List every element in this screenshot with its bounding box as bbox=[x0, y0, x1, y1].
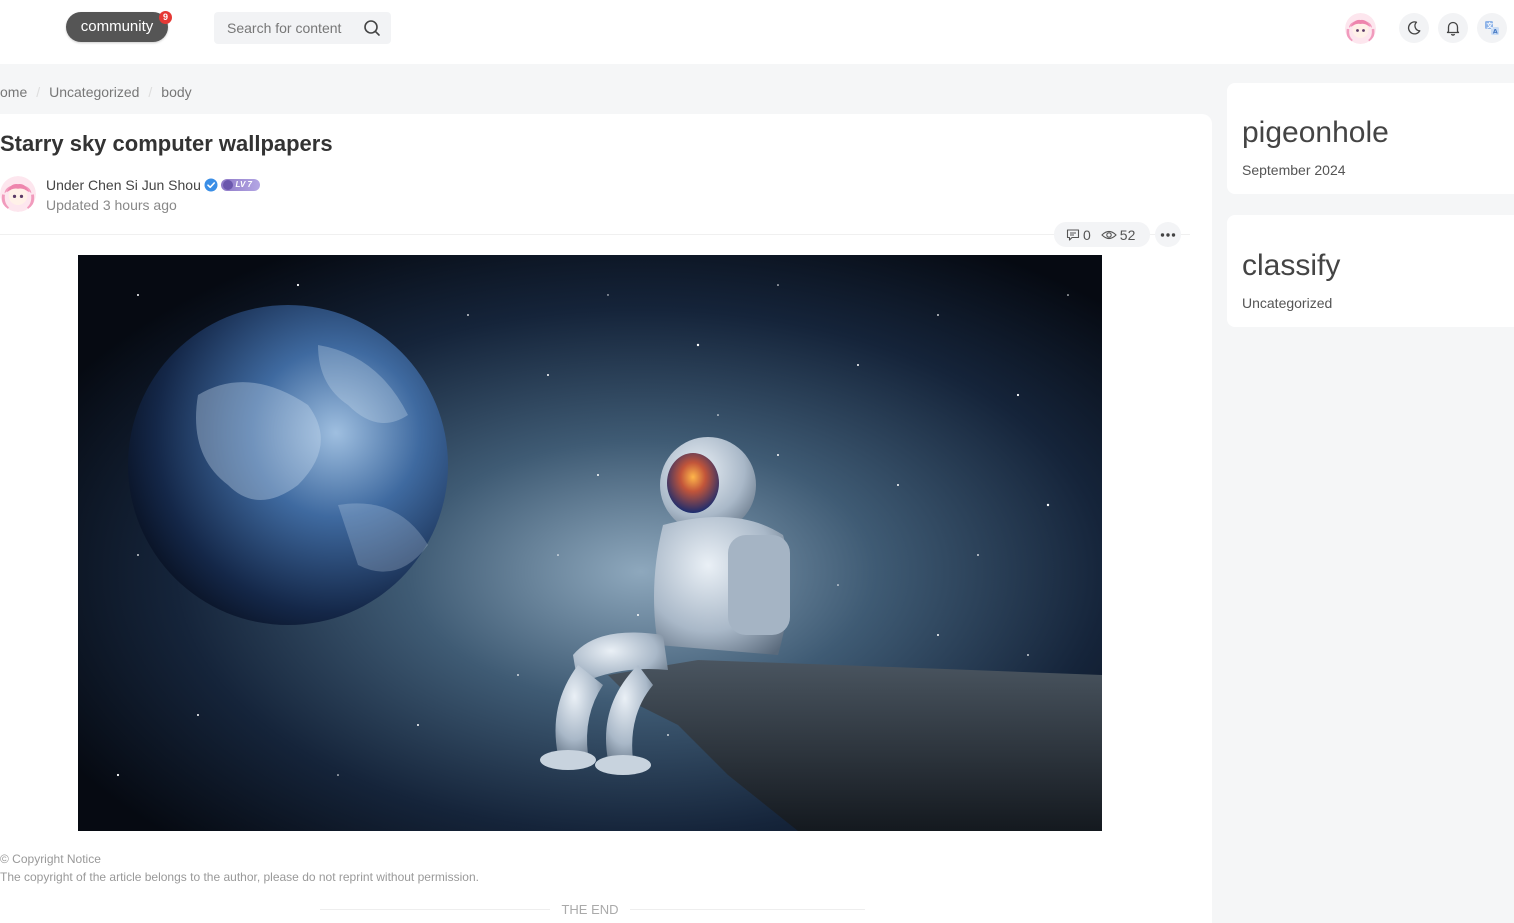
updated-time: Updated 3 hours ago bbox=[46, 197, 177, 213]
category-item[interactable]: Uncategorized bbox=[1242, 295, 1332, 311]
the-end-label: THE END bbox=[561, 902, 619, 917]
verified-icon bbox=[204, 178, 218, 192]
more-dots-icon bbox=[1160, 232, 1176, 237]
breadcrumb: ome / Uncategorized / body bbox=[0, 82, 192, 102]
language-button[interactable]: 文 A bbox=[1477, 13, 1507, 43]
archive-widget: pigeonhole September 2024 bbox=[1227, 83, 1514, 194]
copyright-title: © Copyright Notice bbox=[0, 852, 101, 866]
end-divider-right bbox=[630, 909, 865, 910]
top-header: community 9 文 bbox=[0, 0, 1514, 64]
view-count-value: 52 bbox=[1119, 226, 1136, 243]
more-options-button[interactable] bbox=[1155, 222, 1181, 247]
comment-icon bbox=[1066, 228, 1080, 241]
view-count: 52 bbox=[1101, 226, 1136, 243]
astronaut-starry-sky-illustration bbox=[78, 255, 1102, 831]
comment-count-value: 0 bbox=[1083, 226, 1091, 243]
translate-icon: 文 A bbox=[1485, 21, 1499, 36]
category-title: classify bbox=[1242, 249, 1341, 282]
author-avatar[interactable] bbox=[0, 176, 36, 212]
divider bbox=[0, 234, 1190, 235]
user-avatar[interactable] bbox=[1345, 13, 1376, 44]
comment-count[interactable]: 0 bbox=[1066, 227, 1091, 243]
anime-avatar-icon bbox=[0, 176, 36, 212]
author-name[interactable]: Under Chen Si Jun Shou bbox=[46, 177, 201, 193]
breadcrumb-separator: / bbox=[36, 84, 41, 100]
category-widget: classify Uncategorized bbox=[1227, 215, 1514, 327]
dark-mode-button[interactable] bbox=[1399, 13, 1429, 43]
moon-icon bbox=[1407, 21, 1421, 35]
search-input[interactable] bbox=[214, 12, 359, 44]
post-title: Starry sky computer wallpapers bbox=[0, 131, 333, 156]
anime-avatar-icon bbox=[1345, 13, 1376, 44]
logo-notification-badge: 9 bbox=[159, 11, 172, 24]
copyright-text: The copyright of the article belongs to … bbox=[0, 870, 479, 884]
eye-icon bbox=[1101, 230, 1117, 239]
search-icon[interactable] bbox=[363, 19, 381, 37]
level-badge: LV 7 bbox=[221, 179, 260, 191]
end-divider-left bbox=[320, 909, 550, 910]
post-image[interactable] bbox=[78, 255, 1102, 831]
breadcrumb-current: body bbox=[161, 84, 192, 100]
archive-item[interactable]: September 2024 bbox=[1242, 162, 1346, 178]
notifications-button[interactable] bbox=[1438, 13, 1468, 43]
svg-text:A: A bbox=[1493, 28, 1498, 36]
bell-icon bbox=[1446, 21, 1460, 36]
breadcrumb-separator: / bbox=[148, 84, 153, 100]
breadcrumb-category[interactable]: Uncategorized bbox=[49, 82, 139, 102]
breadcrumb-home[interactable]: ome bbox=[0, 82, 27, 102]
community-logo-button[interactable]: community bbox=[66, 12, 168, 42]
archive-title: pigeonhole bbox=[1242, 116, 1389, 149]
post-stats: 0 52 bbox=[1054, 222, 1150, 247]
